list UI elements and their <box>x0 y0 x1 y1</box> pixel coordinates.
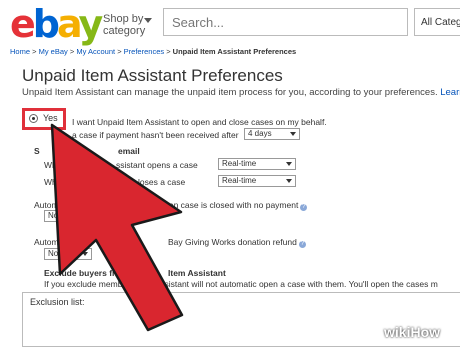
wikihow-watermark: wikiHow <box>384 324 441 340</box>
arrow-shape <box>50 123 184 332</box>
red-arrow-pointer <box>50 123 184 332</box>
